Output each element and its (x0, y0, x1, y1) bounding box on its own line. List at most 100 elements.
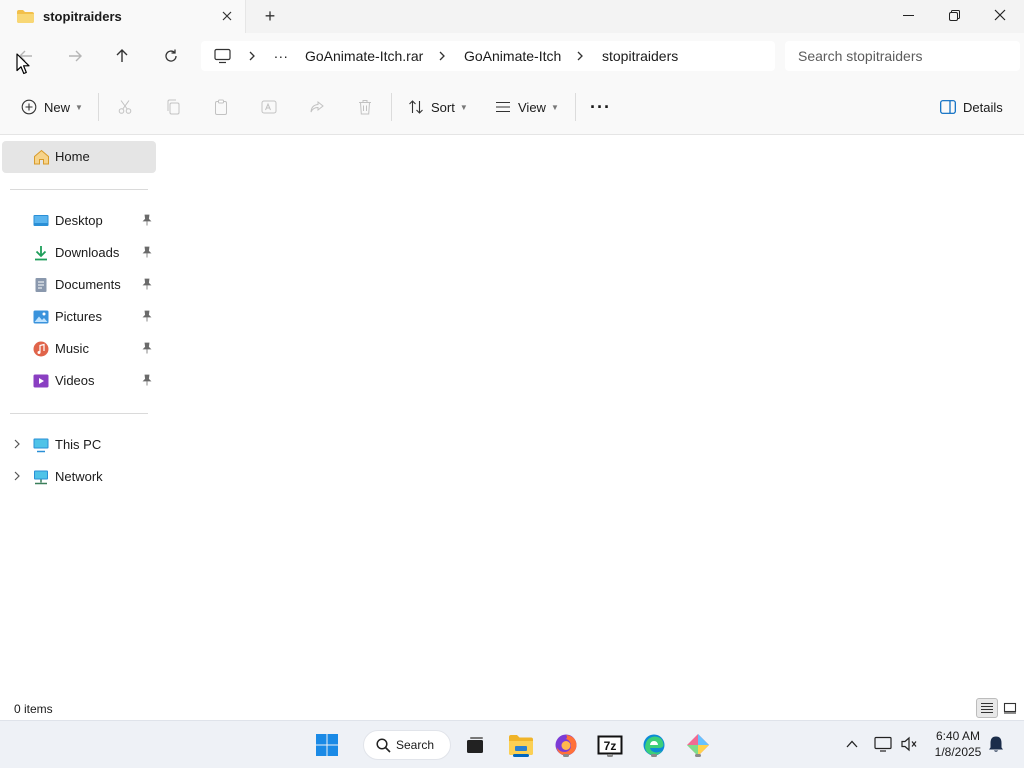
item-count: 0 items (14, 702, 53, 716)
details-view-icon (981, 702, 993, 714)
sidebar-item-label: Pictures (55, 309, 102, 324)
new-label: New (44, 99, 71, 115)
more-options-button[interactable]: ··· (590, 95, 611, 119)
details-pane-icon (939, 98, 957, 116)
sidebar-item-label: This PC (55, 437, 102, 452)
maximize-button[interactable] (931, 0, 977, 30)
network-status-button[interactable] (873, 734, 893, 754)
copy-button[interactable] (164, 95, 182, 119)
breadcrumb-item[interactable]: GoAnimate-Itch (464, 48, 561, 64)
sidebar-item-desktop[interactable]: Desktop (0, 205, 158, 237)
navigation-pane: Home Desktop Downloads Documents Picture… (0, 136, 158, 720)
pin-icon[interactable] (141, 310, 153, 322)
details-view-toggle[interactable] (976, 698, 998, 718)
plus-circle-icon (20, 98, 38, 116)
desktop-icon (33, 215, 49, 226)
taskbar-file-explorer[interactable] (505, 729, 537, 761)
task-view-button[interactable] (459, 729, 491, 761)
view-button[interactable]: View ▼ (494, 95, 559, 119)
pin-icon[interactable] (141, 214, 153, 226)
taskbar-7zip[interactable]: 7z (594, 729, 626, 761)
forward-button[interactable] (61, 43, 89, 69)
notifications-button[interactable] (986, 734, 1006, 754)
sidebar-item-label: Music (55, 341, 89, 356)
close-window-button[interactable] (977, 0, 1023, 30)
taskbar-edge[interactable] (638, 729, 670, 761)
command-bar: New ▼ Sort ▼ View ▼ ··· Details (0, 79, 1024, 135)
refresh-icon (165, 49, 177, 62)
sidebar-item-home[interactable]: Home (2, 141, 156, 173)
chevron-up-icon (846, 740, 858, 748)
sidebar-item-pictures[interactable]: Pictures (0, 301, 158, 333)
taskbar-firefox[interactable] (550, 729, 582, 761)
tiles-view-toggle[interactable] (999, 698, 1021, 718)
search-icon (376, 738, 391, 753)
close-tab-button[interactable] (219, 8, 235, 24)
search-input[interactable]: Search stopitraiders (785, 41, 1020, 71)
sidebar-item-downloads[interactable]: Downloads (0, 237, 158, 269)
refresh-button[interactable] (157, 43, 185, 69)
chevron-right-icon[interactable] (11, 470, 23, 482)
sidebar-item-videos[interactable]: Videos (0, 365, 158, 397)
copy-icon (164, 98, 182, 116)
clock-time: 6:40 AM (935, 729, 981, 743)
taskbar-search-label: Search (396, 738, 435, 752)
rename-button[interactable] (260, 95, 278, 119)
chevron-right-icon[interactable] (11, 438, 23, 450)
clock[interactable]: 6:40 AM 1/8/2025 (928, 728, 988, 760)
minimize-icon (902, 14, 914, 16)
start-button[interactable] (311, 729, 343, 761)
mouse-cursor-icon (16, 53, 30, 75)
active-tab[interactable]: stopitraiders (0, 0, 246, 33)
volume-button[interactable] (899, 734, 919, 754)
sort-icon (407, 98, 425, 116)
new-tab-button[interactable]: + (261, 7, 279, 25)
tab-title: stopitraiders (43, 9, 122, 24)
bell-icon (989, 736, 1003, 752)
tiles-view-icon (1003, 702, 1017, 714)
new-button[interactable]: New ▼ (20, 95, 83, 119)
share-button[interactable] (308, 95, 326, 119)
taskbar-search-button[interactable]: Search (363, 730, 451, 760)
running-app-indicator (651, 754, 657, 757)
up-button[interactable] (108, 43, 136, 69)
sidebar-item-documents[interactable]: Documents (0, 269, 158, 301)
music-icon (33, 341, 49, 357)
folder-icon (17, 10, 34, 23)
sidebar-item-this-pc[interactable]: This PC (0, 429, 158, 461)
divider (391, 93, 392, 121)
pin-icon[interactable] (141, 246, 153, 258)
forward-arrow-icon (69, 50, 82, 62)
breadcrumb-item[interactable]: GoAnimate-Itch.rar (305, 48, 423, 64)
sidebar-item-label: Home (55, 149, 90, 164)
title-bar: stopitraiders + (0, 0, 1024, 33)
pin-icon[interactable] (141, 278, 153, 290)
breadcrumb[interactable]: ... GoAnimate-Itch.rar GoAnimate-Itch st… (201, 41, 775, 71)
sidebar-item-label: Network (55, 469, 103, 484)
file-list-area[interactable] (158, 136, 1024, 696)
file-explorer-icon (509, 735, 533, 755)
chevron-right-icon[interactable] (438, 51, 446, 61)
details-button[interactable]: Details (939, 95, 1003, 119)
pin-icon[interactable] (141, 374, 153, 386)
close-icon (222, 11, 232, 21)
breadcrumb-current[interactable]: stopitraiders (602, 48, 678, 64)
sort-button[interactable]: Sort ▼ (407, 95, 468, 119)
status-bar: 0 items (0, 696, 1024, 720)
sidebar-item-music[interactable]: Music (0, 333, 158, 365)
chevron-right-icon[interactable] (248, 51, 256, 61)
cut-button[interactable] (116, 95, 134, 119)
running-app-indicator (607, 754, 613, 757)
pin-icon[interactable] (141, 342, 153, 354)
chevron-right-icon[interactable] (576, 51, 584, 61)
minimize-button[interactable] (885, 0, 931, 30)
search-placeholder: Search stopitraiders (798, 48, 923, 64)
this-pc-icon[interactable] (214, 48, 231, 64)
paste-button[interactable] (212, 95, 230, 119)
taskbar-app[interactable] (682, 729, 714, 761)
delete-button[interactable] (356, 95, 374, 119)
show-hidden-icons-button[interactable] (842, 734, 862, 754)
running-app-indicator (563, 754, 569, 757)
sidebar-item-network[interactable]: Network (0, 461, 158, 493)
breadcrumb-overflow[interactable]: ... (274, 45, 289, 61)
